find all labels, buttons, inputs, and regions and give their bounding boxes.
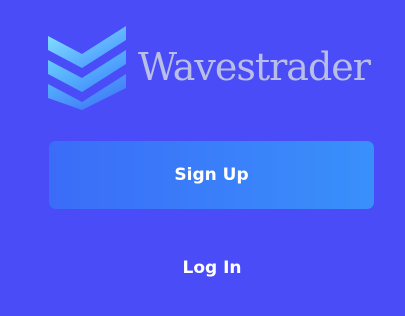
- sign-up-button[interactable]: Sign Up: [49, 141, 374, 209]
- brand-name: Wavestrader: [138, 45, 371, 89]
- log-in-link-label: Log In: [182, 258, 242, 278]
- log-in-link[interactable]: Log In: [150, 254, 274, 282]
- welcome-screen: Wavestrader Sign Up Log In: [0, 0, 405, 316]
- brand-logo: Wavestrader: [48, 26, 371, 110]
- layered-chevron-icon: [48, 26, 126, 110]
- sign-up-button-label: Sign Up: [174, 165, 249, 185]
